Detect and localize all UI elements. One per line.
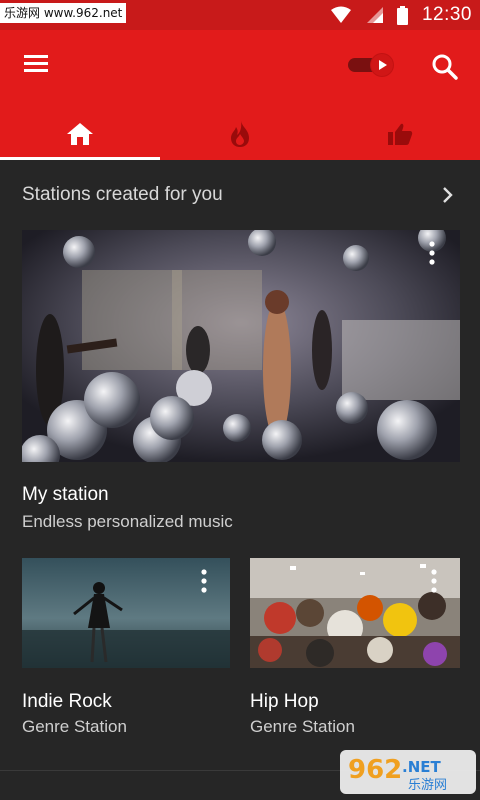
card-subtitle-my-station: Endless personalized music bbox=[22, 512, 233, 531]
logo-number: 962 bbox=[348, 755, 402, 785]
tab-home[interactable] bbox=[0, 108, 160, 160]
more-vert-icon[interactable] bbox=[424, 240, 440, 266]
app-bar bbox=[0, 30, 480, 160]
music-video-toggle-icon bbox=[348, 53, 394, 77]
site-watermark: 乐游网 www.962.net bbox=[0, 3, 127, 23]
card-title-my-station: My station bbox=[22, 484, 109, 505]
menu-icon bbox=[24, 55, 48, 72]
logo-cn: 乐游网 bbox=[408, 778, 447, 793]
card-title-indie-rock: Indie Rock bbox=[22, 691, 112, 712]
962-net-logo: 962 .NET 乐游网 bbox=[340, 750, 476, 794]
concert-stage-image bbox=[22, 230, 460, 462]
more-vert-icon[interactable] bbox=[196, 568, 212, 594]
home-icon bbox=[67, 123, 93, 145]
battery-icon bbox=[396, 5, 408, 25]
my-station-thumbnail[interactable] bbox=[22, 230, 460, 462]
menu-button[interactable] bbox=[18, 48, 58, 80]
status-time: 12:30 bbox=[421, 4, 472, 25]
card-subtitle-indie-rock: Genre Station bbox=[22, 717, 127, 736]
tab-liked[interactable] bbox=[320, 108, 480, 160]
music-video-toggle[interactable] bbox=[346, 52, 396, 78]
stations-section-header[interactable]: Stations created for you bbox=[0, 172, 480, 218]
logo-suffix: .NET bbox=[402, 758, 441, 776]
thumb-up-icon bbox=[388, 123, 413, 145]
search-button[interactable] bbox=[428, 50, 462, 84]
tab-bar bbox=[0, 108, 480, 160]
section-title: Stations created for you bbox=[22, 184, 223, 205]
wifi-icon bbox=[330, 6, 351, 23]
chevron-right-icon bbox=[443, 187, 453, 203]
indie-rock-thumbnail[interactable] bbox=[22, 558, 230, 668]
card-subtitle-hip-hop: Genre Station bbox=[250, 717, 355, 736]
status-icons: 12:30 bbox=[330, 0, 472, 30]
status-bar: 乐游网 www.962.net 12:30 bbox=[0, 0, 480, 30]
tab-trending[interactable] bbox=[160, 108, 320, 160]
search-icon bbox=[432, 54, 458, 80]
trending-icon bbox=[231, 121, 249, 147]
signal-icon bbox=[366, 7, 383, 23]
card-title-hip-hop: Hip Hop bbox=[250, 691, 319, 712]
hip-hop-thumbnail[interactable] bbox=[250, 558, 460, 668]
more-vert-icon[interactable] bbox=[426, 568, 442, 594]
